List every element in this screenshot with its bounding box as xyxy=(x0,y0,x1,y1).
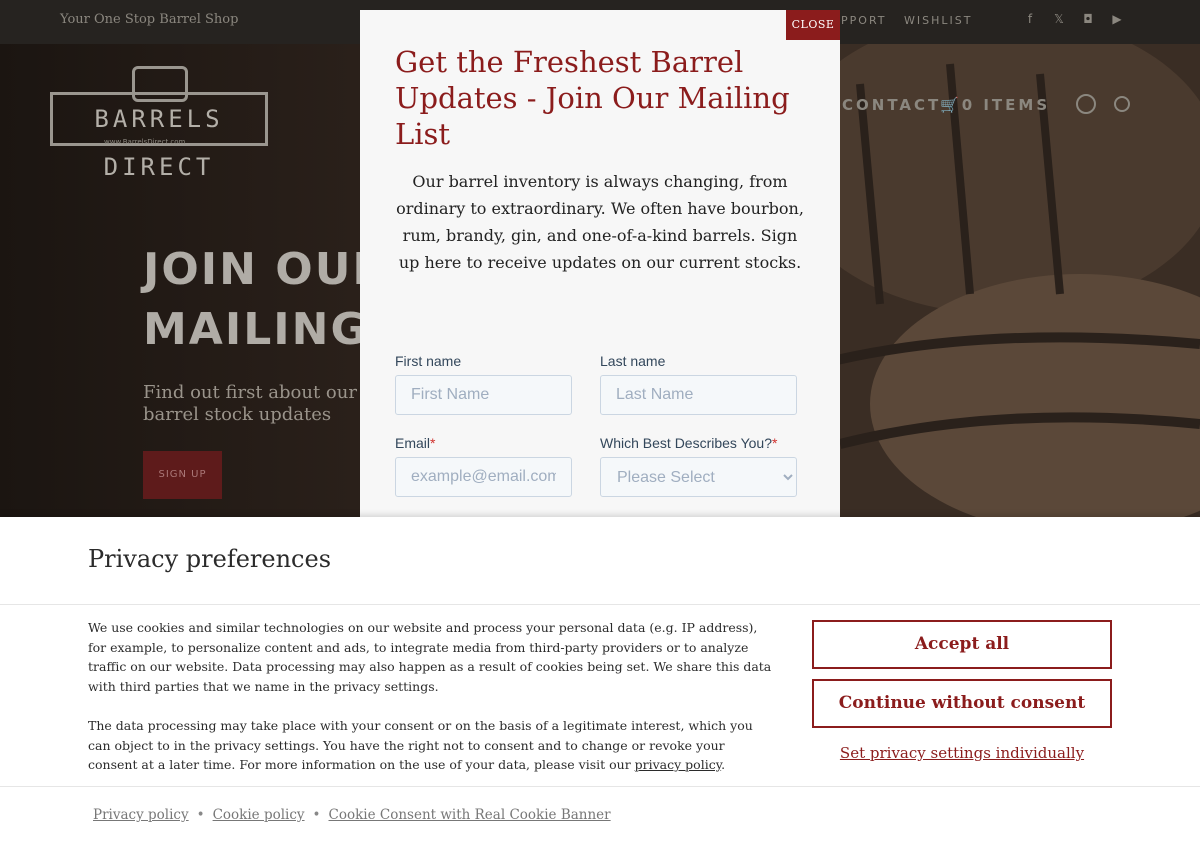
modal-title: Get the Freshest Barrel Updates - Join O… xyxy=(395,45,790,151)
describes-label-text: Which Best Describes You? xyxy=(600,435,772,451)
nav-contact[interactable]: CONTACT xyxy=(842,96,941,114)
email-label-text: Email xyxy=(395,435,431,451)
x-icon[interactable]: 𝕏 xyxy=(1051,12,1067,28)
youtube-icon[interactable]: ▶ xyxy=(1109,12,1125,28)
last-name-input[interactable] xyxy=(600,375,797,415)
divider xyxy=(0,786,1200,787)
footer-separator: • xyxy=(312,807,321,823)
footer-privacy-policy-link[interactable]: Privacy policy xyxy=(93,807,189,823)
account-icon[interactable] xyxy=(1076,94,1096,114)
privacy-banner: Privacy preferences We use cookies and s… xyxy=(0,517,1200,850)
privacy-paragraph-2: The data processing may take place with … xyxy=(88,716,778,775)
mailing-list-modal: CLOSE Get the Freshest Barrel Updates - … xyxy=(360,10,840,520)
first-name-input[interactable] xyxy=(395,375,572,415)
last-name-label: Last name xyxy=(600,353,666,369)
footer-real-cookie-banner-link[interactable]: Cookie Consent with Real Cookie Banner xyxy=(329,807,611,823)
facebook-icon[interactable]: f xyxy=(1022,12,1038,28)
footer-cookie-policy-link[interactable]: Cookie policy xyxy=(213,807,305,823)
email-label: Email* xyxy=(395,435,435,451)
barrels-image xyxy=(780,44,1200,520)
cart-icon: 🛒 xyxy=(940,96,962,114)
modal-description: Our barrel inventory is always changing,… xyxy=(396,172,804,272)
privacy-paragraph-2-end: . xyxy=(721,757,726,772)
search-icon[interactable] xyxy=(1114,96,1130,112)
required-mark: * xyxy=(771,435,778,451)
set-privacy-individually-link[interactable]: Set privacy settings individually xyxy=(812,744,1112,762)
hero-signup-button[interactable]: SIGN UP xyxy=(143,451,222,499)
email-input[interactable] xyxy=(395,457,572,497)
topnav-wishlist[interactable]: WISHLIST xyxy=(904,14,972,27)
modal-close-button[interactable]: CLOSE xyxy=(786,10,840,40)
privacy-title: Privacy preferences xyxy=(88,545,332,573)
describes-select[interactable]: Please Select xyxy=(600,457,797,497)
accept-all-button[interactable]: Accept all xyxy=(812,620,1112,669)
required-mark: * xyxy=(430,435,436,451)
privacy-policy-link[interactable]: privacy policy xyxy=(635,757,721,772)
divider xyxy=(0,604,1200,605)
privacy-footer-links: Privacy policy • Cookie policy • Cookie Cons… xyxy=(93,807,611,823)
describes-label: Which Best Describes You?* xyxy=(600,435,777,451)
first-name-label: First name xyxy=(395,353,462,369)
hero-subtitle: Find out first about our f barrel stock … xyxy=(143,382,369,426)
hero-subtitle-line: Find out first about our f xyxy=(143,382,370,403)
logo-subtitle: www.BarrelsDirect.com xyxy=(104,138,186,146)
cart-count: 0 ITEMS xyxy=(961,96,1051,114)
hero-subtitle-line: barrel stock updates xyxy=(143,404,332,425)
nav-cart[interactable]: 🛒0 ITEMS xyxy=(940,96,1050,114)
footer-separator: • xyxy=(196,807,205,823)
continue-without-consent-button[interactable]: Continue without consent xyxy=(812,679,1112,728)
site-tagline: Your One Stop Barrel Shop xyxy=(60,12,239,27)
privacy-paragraph-1: We use cookies and similar technologies … xyxy=(88,620,772,694)
instagram-icon[interactable]: ◘ xyxy=(1080,12,1096,28)
